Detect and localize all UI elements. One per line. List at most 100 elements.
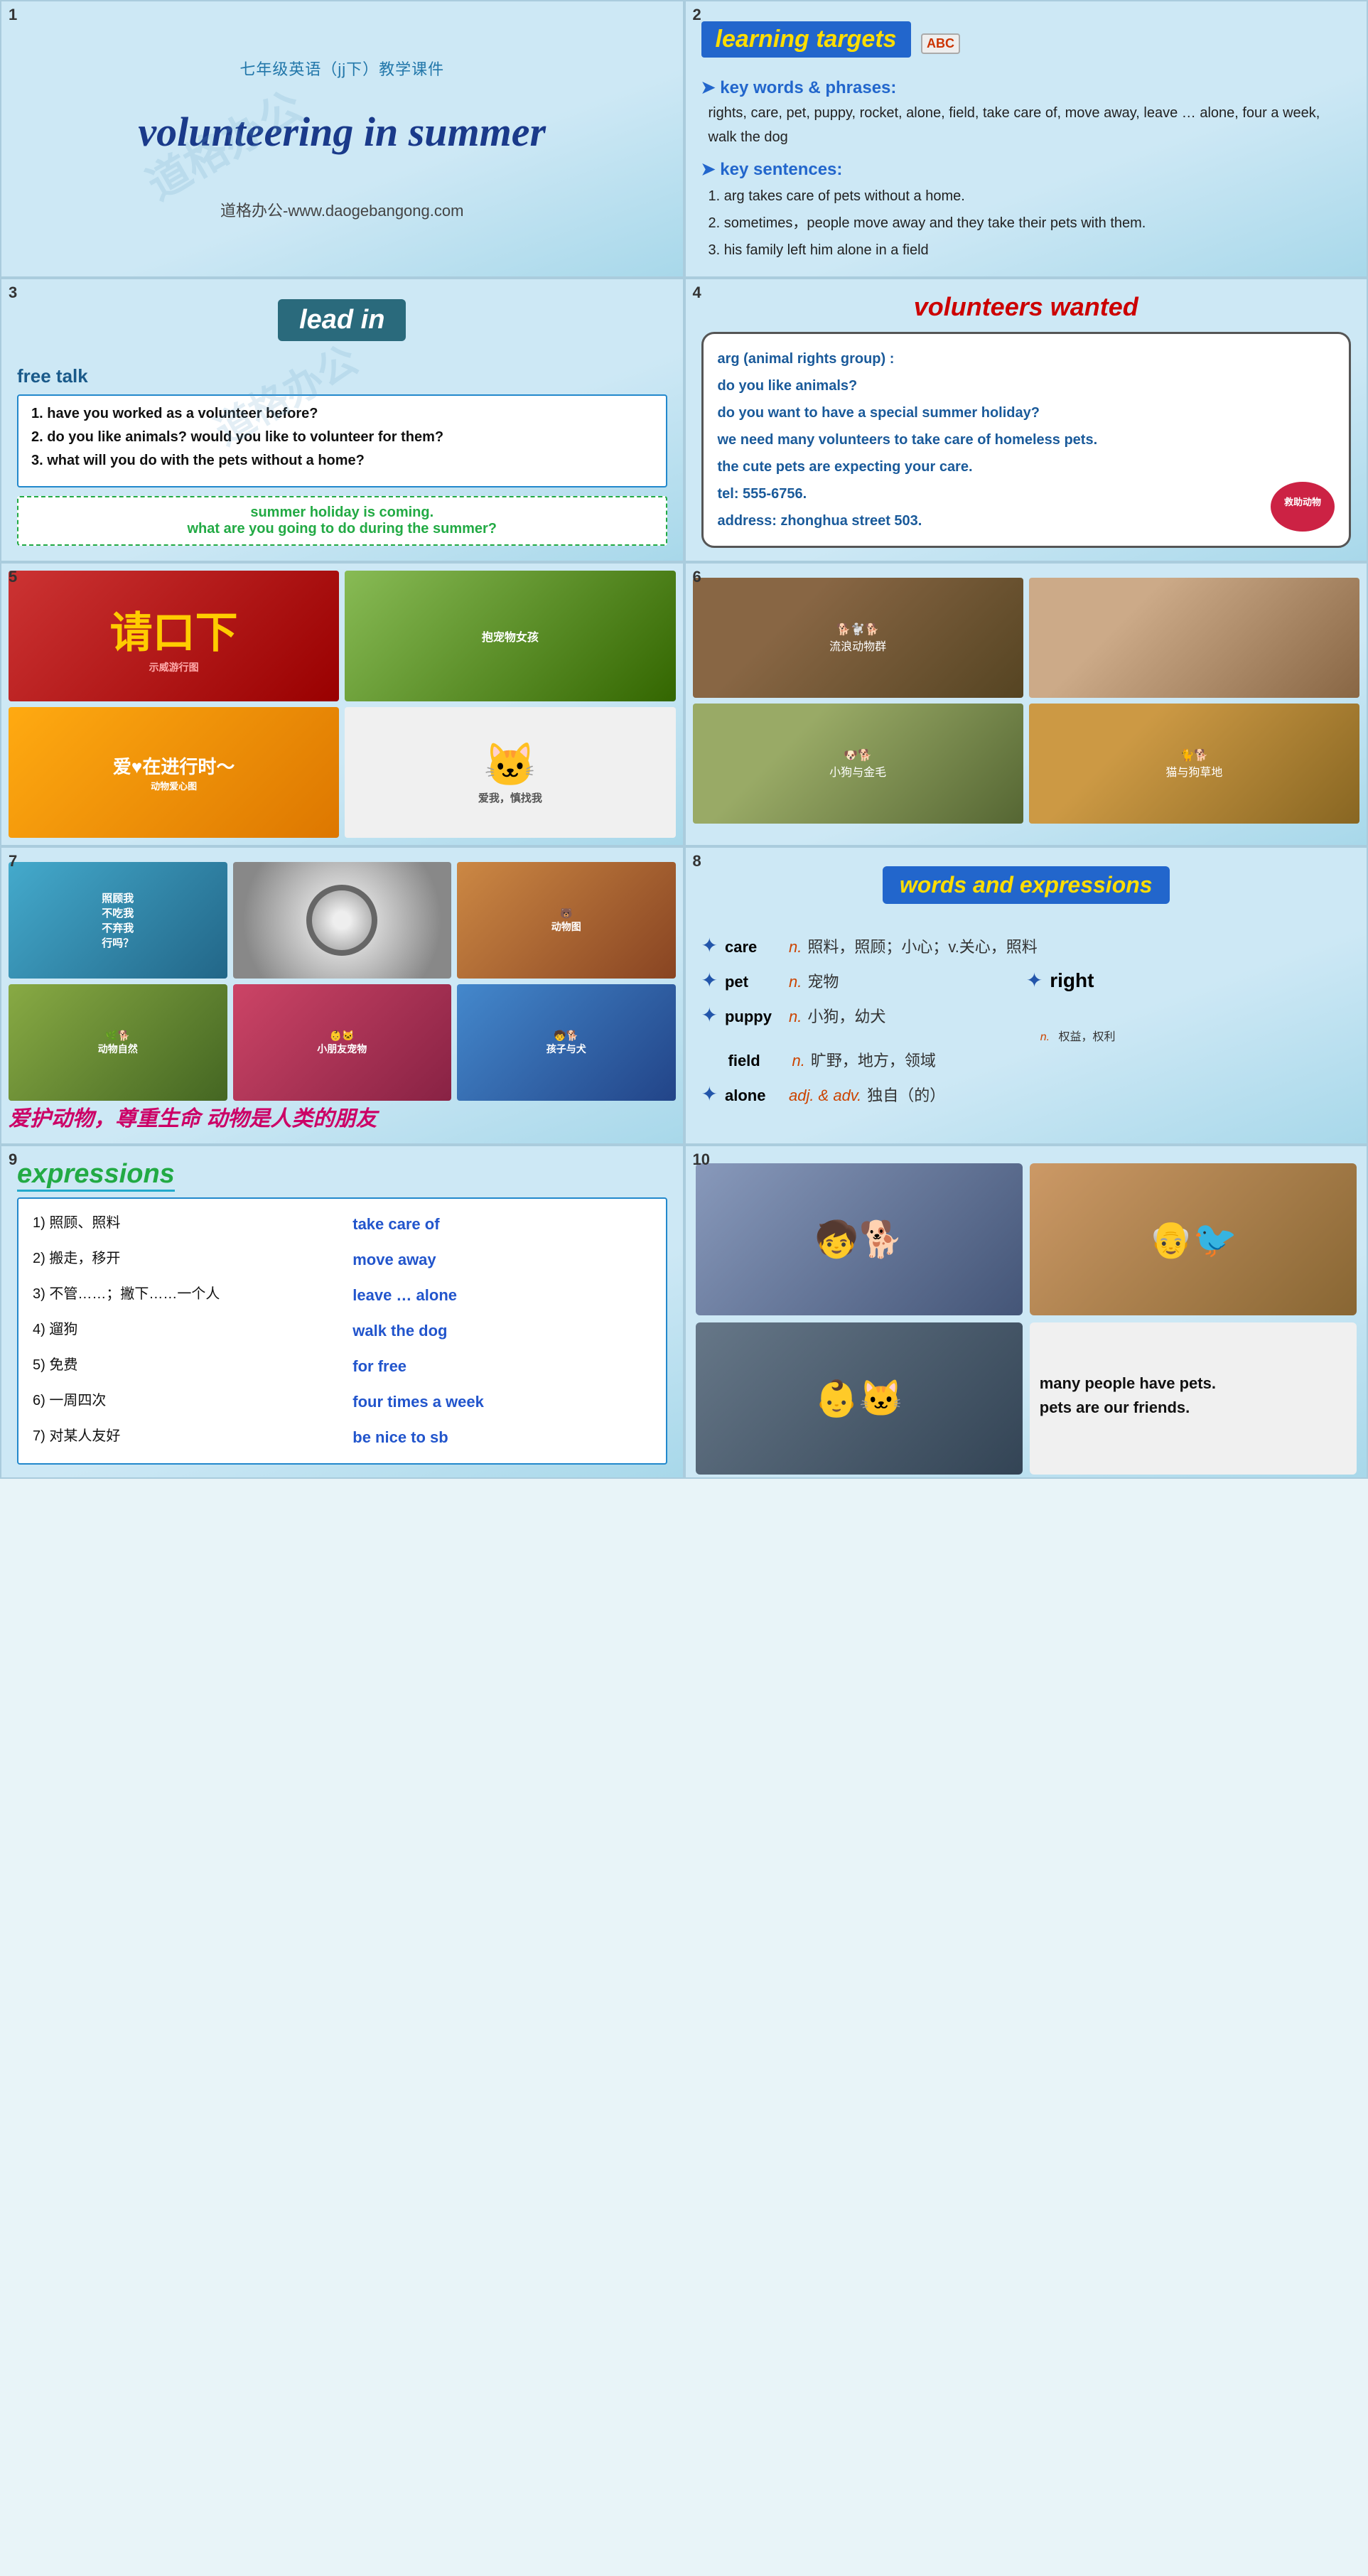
volunteers-box: arg (animal rights group) : do you like … xyxy=(701,332,1352,548)
star-icon-alone: ✦ xyxy=(701,1082,718,1106)
word-entry-care: ✦ care n. 照料，照顾；小心；v.关心，照料 xyxy=(701,934,1352,957)
word-right-def: n. 权益，权利 xyxy=(1026,1027,1351,1044)
expressions-grid: 1) 照顾、照料 take care of 2) 搬走，移开 move away… xyxy=(33,1209,652,1453)
caption-line1: many people have pets. xyxy=(1040,1374,1216,1393)
free-talk-label: free talk xyxy=(17,365,667,387)
cell-number-1: 1 xyxy=(9,6,17,24)
star-icon-puppy: ✦ xyxy=(701,1003,718,1027)
word-entry-alone: ✦ alone adj. & adv. 独自（的） xyxy=(701,1082,1352,1106)
photo-grid-10: 🧒🐕 👴🐦 👶🐱 many people have pets. pets are… xyxy=(696,1163,1357,1475)
kw-head: key words & phrases: xyxy=(701,77,1352,98)
heart-badge: 救助动物 xyxy=(1271,482,1335,532)
cell-8: 8 words and expressions ✦ care n. 照料，照顾；… xyxy=(684,846,1368,1145)
star-icon-pet: ✦ xyxy=(701,969,718,992)
vol-line-5: tel: 555-6756. xyxy=(718,480,1335,507)
badge-text: 救助动物 xyxy=(1284,495,1321,508)
question-3: 3. what will you do with the pets withou… xyxy=(31,453,653,469)
photo-5-2: 抱宠物女孩 xyxy=(345,571,675,701)
sentences-list: 1. arg takes care of pets without a home… xyxy=(709,183,1352,264)
word-right-pos: n. xyxy=(1040,1031,1050,1043)
reminder-line1: summer holiday is coming. xyxy=(26,505,659,521)
photo-6-2 xyxy=(1029,578,1359,698)
word-entry-puppy: ✦ puppy n. 小狗，幼犬 xyxy=(701,1003,1352,1027)
word-alone-pos: adj. & adv. xyxy=(789,1087,861,1105)
sentence-2: 2. sometimes，people move away and they t… xyxy=(709,210,1352,237)
photo-10-2: 👴🐦 xyxy=(1030,1163,1357,1315)
expr-left-1: 1) 照顾、照料 xyxy=(33,1209,331,1240)
word-care: care xyxy=(725,938,782,956)
photo-grid-6: 🐕🐩🐕流浪动物群 🐶🐕小狗与金毛 🐈🐕猫与狗草地 xyxy=(693,578,1360,824)
expr-left-7: 7) 对某人友好 xyxy=(33,1422,331,1453)
sentence-1: 1. arg takes care of pets without a home… xyxy=(709,183,1352,210)
vol-line-6: address: zhonghua street 503. xyxy=(718,507,1335,534)
expr-left-3: 3) 不管……；撇下……一个人 xyxy=(33,1280,331,1311)
keywords-text: rights, care, pet, puppy, rocket, alone,… xyxy=(709,101,1352,149)
cell-4: 4 volunteers wanted arg (animal rights g… xyxy=(684,278,1368,562)
photo-6-4: 🐈🐕猫与狗草地 xyxy=(1029,704,1359,824)
star-icon-care: ✦ xyxy=(701,934,718,957)
expr-right-2: move away xyxy=(352,1244,651,1276)
cell-number-10: 10 xyxy=(693,1150,710,1169)
cell-7: 7 照顾我不吃我不弃我行吗？ 🐻动物图 🌿🐕动物自然 👶🐱小朋友宠物 🧒🐕孩子与… xyxy=(0,846,684,1145)
cell-number-5: 5 xyxy=(9,568,17,586)
word-care-pos: n. xyxy=(789,938,802,956)
pet-right-row: ✦ pet n. 宠物 ✦ right xyxy=(701,969,1352,1003)
word-puppy-pos: n. xyxy=(789,1008,802,1026)
summer-reminder: summer holiday is coming. what are you g… xyxy=(17,496,667,546)
cell-3: 3 道格办公 lead in free talk 1. have you wor… xyxy=(0,278,684,562)
vol-line-3: we need many volunteers to take care of … xyxy=(718,426,1335,453)
expr-left-4: 4) 遛狗 xyxy=(33,1315,331,1347)
word-entry-field: field n. 旷野，地方，领域 xyxy=(701,1048,1352,1071)
cell-number-8: 8 xyxy=(693,852,701,871)
free-talk-box: 1. have you worked as a volunteer before… xyxy=(17,394,667,487)
learning-targets-title: learning targets xyxy=(701,21,911,58)
word-pet: pet xyxy=(725,973,782,991)
word-right: right xyxy=(1050,969,1106,992)
photo-10-1: 🧒🐕 xyxy=(696,1163,1023,1315)
expr-right-6: four times a week xyxy=(352,1386,651,1418)
expr-left-2: 2) 搬走，移开 xyxy=(33,1244,331,1276)
word-entry-right: ✦ right xyxy=(1026,969,1351,992)
cell-2: 2 learning targets ABC key words & phras… xyxy=(684,0,1368,278)
expr-left-5: 5) 免费 xyxy=(33,1351,331,1382)
words-title: words and expressions xyxy=(883,866,1170,904)
vol-line-4: the cute pets are expecting your care. xyxy=(718,453,1335,480)
cell1-website: 道格办公-www.daogebangong.com xyxy=(220,198,463,221)
cell-number-6: 6 xyxy=(693,568,701,586)
photo-5-4: 🐱 爱我，慎找我 xyxy=(345,707,675,838)
cell-number-7: 7 xyxy=(9,852,17,871)
photo-grid-7: 照顾我不吃我不弃我行吗？ 🐻动物图 🌿🐕动物自然 👶🐱小朋友宠物 🧒🐕孩子与犬 xyxy=(9,862,676,1101)
abc-icon: ABC xyxy=(921,33,960,54)
vol-line-1: do you like animals? xyxy=(718,372,1335,399)
photo-7-4: 🌿🐕动物自然 xyxy=(9,984,227,1101)
cell-5: 5 请口下 示威游行图 抱宠物女孩 爱♥在进行时～ 动物爱心图 🐱 xyxy=(0,562,684,846)
photo-7-3: 🐻动物图 xyxy=(457,862,676,979)
photo-5-3: 爱♥在进行时～ 动物爱心图 xyxy=(9,707,339,838)
photo-7-1: 照顾我不吃我不弃我行吗？ xyxy=(9,862,227,979)
photo-10-4: many people have pets. pets are our frie… xyxy=(1030,1322,1357,1475)
expr-right-1: take care of xyxy=(352,1209,651,1240)
word-right-def-text: 权益，权利 xyxy=(1059,1031,1116,1043)
sentence-3: 3. his family left him alone in a field xyxy=(709,237,1352,264)
word-pet-def: 宠物 xyxy=(807,969,839,992)
photo-6-3: 🐶🐕小狗与金毛 xyxy=(693,704,1023,824)
word-pet-pos: n. xyxy=(789,973,802,991)
photo-6-1: 🐕🐩🐕流浪动物群 xyxy=(693,578,1023,698)
cell-1: 1 道格办公 七年级英语（jj下）教学课件 volunteering in su… xyxy=(0,0,684,278)
word-field: field xyxy=(728,1052,785,1070)
photo-7-2 xyxy=(233,862,452,979)
word-care-def: 照料，照顾；小心；v.关心，照料 xyxy=(807,934,1037,957)
photo-7-5: 👶🐱小朋友宠物 xyxy=(233,984,452,1101)
expr-right-7: be nice to sb xyxy=(352,1422,651,1453)
word-field-pos: n. xyxy=(792,1052,805,1070)
word-entry-pet: ✦ pet n. 宠物 xyxy=(701,969,1026,992)
expr-left-6: 6) 一周四次 xyxy=(33,1386,331,1418)
word-puppy: puppy xyxy=(725,1008,782,1026)
question-2: 2. do you like animals? would you like t… xyxy=(31,429,653,446)
photo-7-6: 🧒🐕孩子与犬 xyxy=(457,984,676,1101)
word-alone: alone xyxy=(725,1087,782,1105)
cell1-subtitle: 七年级英语（jj下）教学课件 xyxy=(239,57,444,80)
cell-number-2: 2 xyxy=(693,6,701,24)
expr-right-3: leave … alone xyxy=(352,1280,651,1311)
vol-line-2: do you want to have a special summer hol… xyxy=(718,399,1335,426)
